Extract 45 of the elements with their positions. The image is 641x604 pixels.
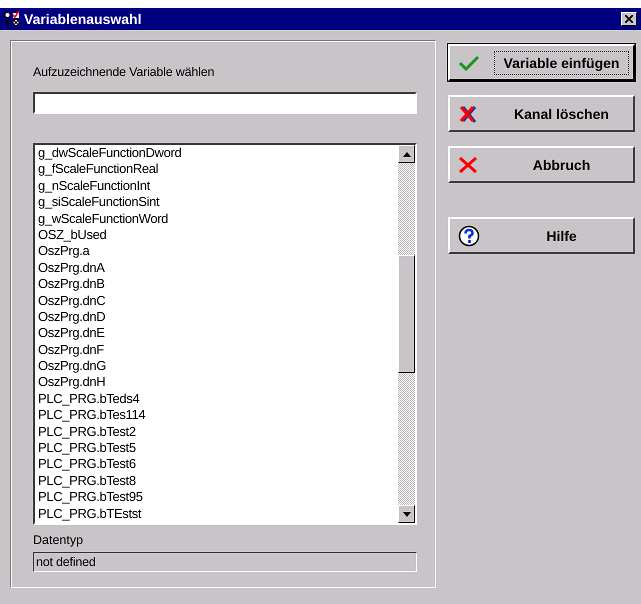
list-item[interactable]: g_wScaleFunctionWord	[38, 210, 398, 227]
close-icon	[458, 156, 478, 174]
window-title: Variablenauswahl	[24, 11, 142, 27]
close-icon	[625, 15, 633, 23]
delete-button[interactable]: Kanal löschen	[448, 95, 635, 132]
insert-button[interactable]: Variable einfügen	[448, 44, 635, 81]
list-item[interactable]: OszPrg.dnC	[38, 292, 398, 309]
list-item[interactable]: PLC_PRG.bTes114	[38, 407, 398, 424]
prompt-label: Aufzuzeichnende Variable wählen	[33, 65, 216, 79]
cancel-button[interactable]: Abbruch	[448, 146, 635, 183]
scroll-down-button[interactable]	[398, 505, 415, 523]
list-item[interactable]: PLC_PRG.bTest5	[38, 440, 398, 456]
list-item[interactable]: PLC_PRG.bTeds4	[38, 390, 398, 408]
list-item[interactable]: PLC_PRG.bTest8	[38, 472, 398, 490]
list-item[interactable]: g_fScaleFunctionReal	[38, 161, 398, 178]
close-button[interactable]	[621, 12, 637, 26]
app-icon	[4, 11, 20, 27]
list-item[interactable]: OSZ_bUsed	[38, 226, 398, 244]
list-item[interactable]: OszPrg.dnF	[38, 342, 398, 358]
list-item[interactable]: OszPrg.dnG	[38, 358, 398, 374]
list-item[interactable]: PLC_PRG.bTest2	[38, 424, 398, 440]
list-item[interactable]: g_nScaleFunctionInt	[38, 178, 398, 194]
list-item[interactable]: PLC_PRG.bTest95	[38, 489, 398, 506]
cross-icon	[458, 104, 478, 124]
down-arrow-icon	[402, 512, 410, 516]
list-item[interactable]: g_dwScaleFunctionDword	[38, 145, 398, 162]
list-item[interactable]: OszPrg.dnD	[38, 308, 398, 326]
list-item[interactable]: OszPrg.dnH	[38, 374, 398, 391]
list-item[interactable]: PLC_PRG.bTEstst	[38, 506, 398, 522]
list-item[interactable]: OszPrg.dnA	[38, 260, 398, 276]
list-item[interactable]: g_siScaleFunctionSint	[38, 194, 398, 211]
list-item[interactable]: PLC_PRG.bTest6	[38, 456, 398, 473]
variable-input[interactable]	[33, 92, 417, 114]
scrollbar[interactable]	[398, 145, 415, 523]
check-icon	[458, 54, 480, 72]
list-item[interactable]: OszPrg.a	[38, 243, 398, 260]
scroll-up-button[interactable]	[398, 145, 415, 163]
help-icon	[458, 224, 480, 246]
datatype-label: Datentyp	[33, 533, 84, 547]
up-arrow-icon	[402, 152, 410, 156]
list-item[interactable]: OszPrg.dnE	[38, 325, 398, 342]
list-item[interactable]: OszPrg.dnB	[38, 276, 398, 293]
help-button[interactable]: Hilfe	[448, 217, 635, 254]
scroll-thumb[interactable]	[398, 255, 415, 373]
datatype-field: not defined	[33, 552, 417, 572]
